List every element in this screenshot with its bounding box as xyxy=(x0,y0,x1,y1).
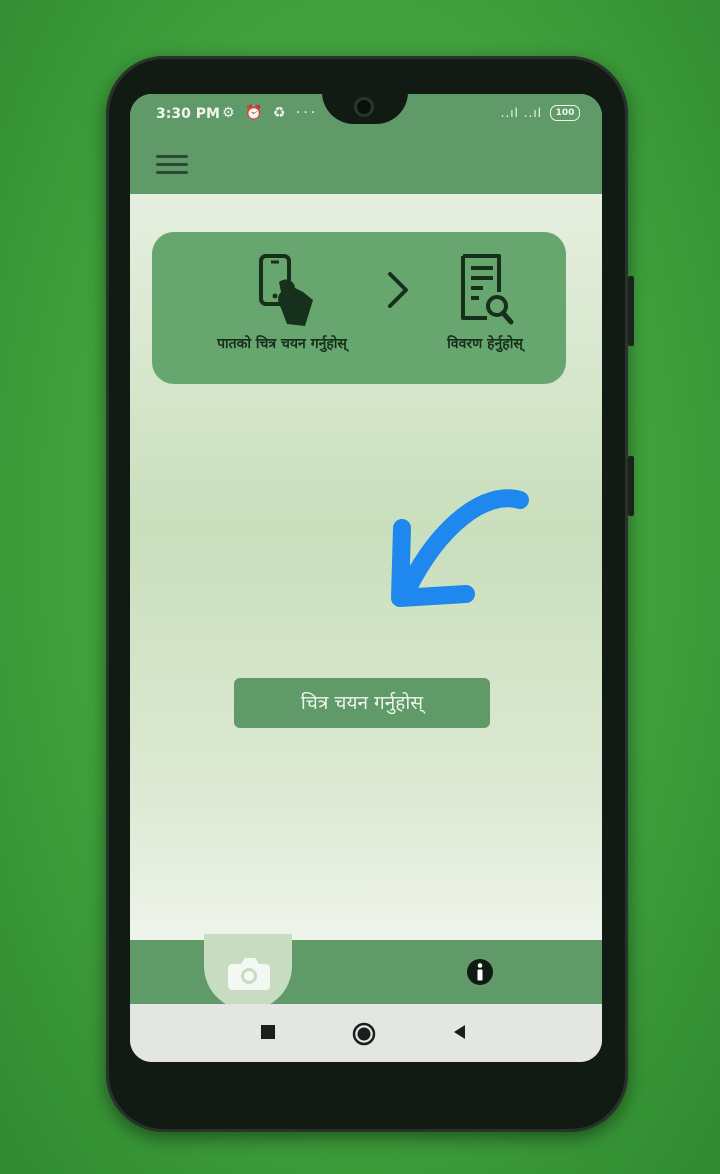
main-content: पातको चित्र चयन गर्नुहोस् विवरण हेर्नुहो… xyxy=(130,194,602,940)
document-search-icon xyxy=(461,254,514,325)
step1-label: पातको चित्र चयन गर्नुहोस् xyxy=(217,336,347,352)
battery-icon: 100 xyxy=(550,105,580,121)
bottom-navigation xyxy=(130,934,602,1010)
app-bar xyxy=(130,136,602,194)
phone-screen: 3:30 PM ⚙ ⏰ ♻ ··· ..ıl ..ıl 100 पातको चि… xyxy=(130,94,602,1062)
step2-label: विवरण हेर्नुहोस् xyxy=(447,336,523,352)
status-time: 3:30 PM xyxy=(156,106,220,122)
chevron-right-icon xyxy=(388,272,408,308)
front-camera-icon xyxy=(354,97,374,117)
phone-device: 3:30 PM ⚙ ⏰ ♻ ··· ..ıl ..ıl 100 पातको चि… xyxy=(106,56,634,1132)
status-notification-icons: ⚙ ⏰ ♻ ··· xyxy=(222,105,319,121)
info-icon[interactable] xyxy=(466,958,494,986)
camera-icon xyxy=(228,958,270,990)
steps-card: पातको चित्र चयन गर्नुहोस् विवरण हेर्नुहो… xyxy=(152,232,566,384)
step-select-leaf-image: पातको चित्र चयन गर्नुहोस् xyxy=(182,252,382,353)
select-image-button[interactable]: चित्र चयन गर्नुहोस् xyxy=(234,678,490,728)
hand-phone-icon xyxy=(259,254,313,326)
system-navigation-bar xyxy=(130,1004,602,1062)
triangle-back-icon[interactable] xyxy=(450,1022,470,1042)
step-view-details: विवरण हेर्नुहोस् xyxy=(420,252,550,353)
power-button xyxy=(628,456,634,516)
camera-button[interactable] xyxy=(204,934,292,1010)
circle-icon[interactable] xyxy=(352,1022,376,1046)
blue-curved-arrow-icon xyxy=(391,489,529,607)
square-icon[interactable] xyxy=(258,1022,278,1042)
volume-button xyxy=(628,276,634,346)
hamburger-menu-icon[interactable] xyxy=(156,150,188,178)
signal-strength-icon: ..ıl ..ıl xyxy=(500,106,542,120)
status-bar: 3:30 PM ⚙ ⏰ ♻ ··· ..ıl ..ıl 100 xyxy=(130,94,602,136)
